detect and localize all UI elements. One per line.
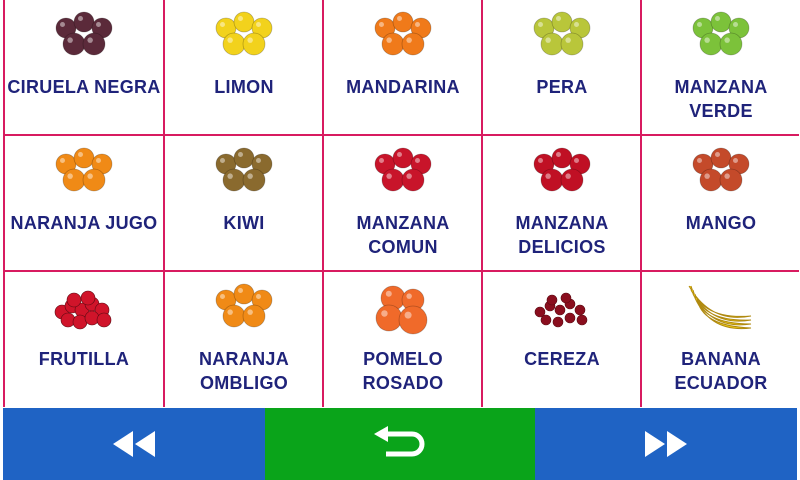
fruit-label-line: KIWI [223, 213, 265, 233]
fruit-image [642, 280, 800, 338]
fruit-tile-manzana-delicios[interactable]: MANZANA DELICIOS [483, 136, 641, 270]
fruit-label: BANANA ECUADOR [642, 347, 800, 395]
fruit-label: MANZANA COMUN [324, 211, 482, 259]
fruit-tile-naranja-jugo[interactable]: NARANJA JUGO [5, 136, 163, 270]
oranges-icon [55, 147, 113, 192]
grapefruits-icon [375, 285, 428, 335]
cherries-icon [534, 292, 588, 328]
grid-divider [163, 0, 165, 407]
fruit-grid: CIRUELA NEGRA LIMON MANDARINA PERA MANZANA V… [3, 0, 800, 407]
fruit-label-line: BANANA [681, 349, 761, 369]
fruit-label: PERA [483, 75, 641, 99]
bananas-icon [688, 285, 752, 330]
fruit-label-line: NARANJA [198, 349, 290, 369]
fruit-tile-kiwi[interactable]: KIWI [165, 136, 323, 270]
fruit-label-line: OMBLIGO [199, 373, 289, 393]
fruit-image [324, 280, 482, 338]
fruit-label: MANDARINA [324, 75, 482, 99]
fruit-image [5, 8, 163, 66]
fruit-label-line: MANDARINA [346, 77, 460, 97]
fruit-tile-banana-ecuador[interactable]: BANANA ECUADOR [642, 272, 800, 407]
fruit-image [165, 8, 323, 66]
fruit-image [642, 144, 800, 202]
fruit-image [5, 144, 163, 202]
fruit-label-line: CIRUELA NEGRA [7, 77, 161, 97]
fruit-label: FRUTILLA [5, 347, 163, 371]
return-button[interactable] [265, 408, 535, 480]
grid-divider [322, 0, 324, 407]
grid-divider [640, 0, 642, 407]
lemons-icon [215, 11, 273, 56]
fruit-tile-cereza[interactable]: CEREZA [483, 272, 641, 407]
fruit-label: MANZANA VERDE [642, 75, 800, 123]
navel-oranges-icon [215, 283, 273, 328]
fruit-image [483, 8, 641, 66]
fruit-label: NARANJA OMBLIGO [165, 347, 323, 395]
fruit-image [642, 8, 800, 66]
fruit-image [165, 280, 323, 338]
fruit-tile-ciruela-negra[interactable]: CIRUELA NEGRA [5, 0, 163, 134]
fruit-tile-frutilla[interactable]: FRUTILLA [5, 272, 163, 407]
fruit-image [483, 144, 641, 202]
fruit-label-line: MANZANA [356, 213, 450, 233]
delicious-apples-icon [533, 147, 591, 192]
fruit-tile-limon[interactable]: LIMON [165, 0, 323, 134]
strawberries-icon [54, 290, 112, 330]
grid-divider [5, 270, 799, 272]
fruit-label-line: PERA [536, 77, 588, 97]
rewind-icon [113, 431, 155, 457]
bottom-nav-bar [3, 408, 797, 480]
fruit-tile-pera[interactable]: PERA [483, 0, 641, 134]
next-page-button[interactable] [535, 408, 797, 480]
return-icon [374, 426, 425, 457]
fruit-label-line: COMUN [368, 237, 438, 257]
fruit-tile-pomelo-rosado[interactable]: POMELO ROSADO [324, 272, 482, 407]
fruit-label-line: FRUTILLA [38, 349, 130, 369]
fruit-label: CIRUELA NEGRA [5, 75, 163, 99]
fruit-tile-manzana-comun[interactable]: MANZANA COMUN [324, 136, 482, 270]
fruit-label: NARANJA JUGO [5, 211, 163, 235]
fruit-label-line: DELICIOS [518, 237, 606, 257]
fruit-image [324, 144, 482, 202]
fruit-label: MANGO [642, 211, 800, 235]
previous-page-button[interactable] [3, 408, 265, 480]
fruit-label: LIMON [165, 75, 323, 99]
fruit-label: POMELO ROSADO [324, 347, 482, 395]
red-apples-icon [374, 147, 432, 192]
fruit-tile-mandarina[interactable]: MANDARINA [324, 0, 482, 134]
fruit-tile-manzana-verde[interactable]: MANZANA VERDE [642, 0, 800, 134]
fruit-image [165, 144, 323, 202]
fruit-label-line: LIMON [214, 77, 274, 97]
tangerines-icon [374, 11, 432, 56]
grid-divider [5, 134, 799, 136]
fruit-image [324, 8, 482, 66]
fruit-label: KIWI [165, 211, 323, 235]
fruit-label: MANZANA DELICIOS [483, 211, 641, 259]
fruit-label-line: ECUADOR [674, 373, 768, 393]
fruit-label-line: MANZANA VERDE [674, 77, 768, 121]
kiwis-icon [215, 147, 273, 192]
fruit-label-line: POMELO ROSADO [362, 349, 444, 393]
fruit-tile-mango[interactable]: MANGO [642, 136, 800, 270]
fruit-image [5, 280, 163, 338]
plums-icon [55, 11, 113, 56]
fruit-tile-naranja-ombligo[interactable]: NARANJA OMBLIGO [165, 272, 323, 407]
mangos-icon [692, 147, 750, 192]
fruit-label-line: MANZANA [515, 213, 609, 233]
fruit-label: CEREZA [483, 347, 641, 371]
fruit-label-line: MANGO [685, 213, 757, 233]
fruit-label-line: CEREZA [524, 349, 600, 369]
fast-forward-icon [645, 431, 687, 457]
green-apples-icon [692, 11, 750, 56]
fruit-label-line: NARANJA JUGO [10, 213, 158, 233]
grid-divider [481, 0, 483, 407]
pears-icon [533, 11, 591, 56]
fruit-image [483, 280, 641, 338]
